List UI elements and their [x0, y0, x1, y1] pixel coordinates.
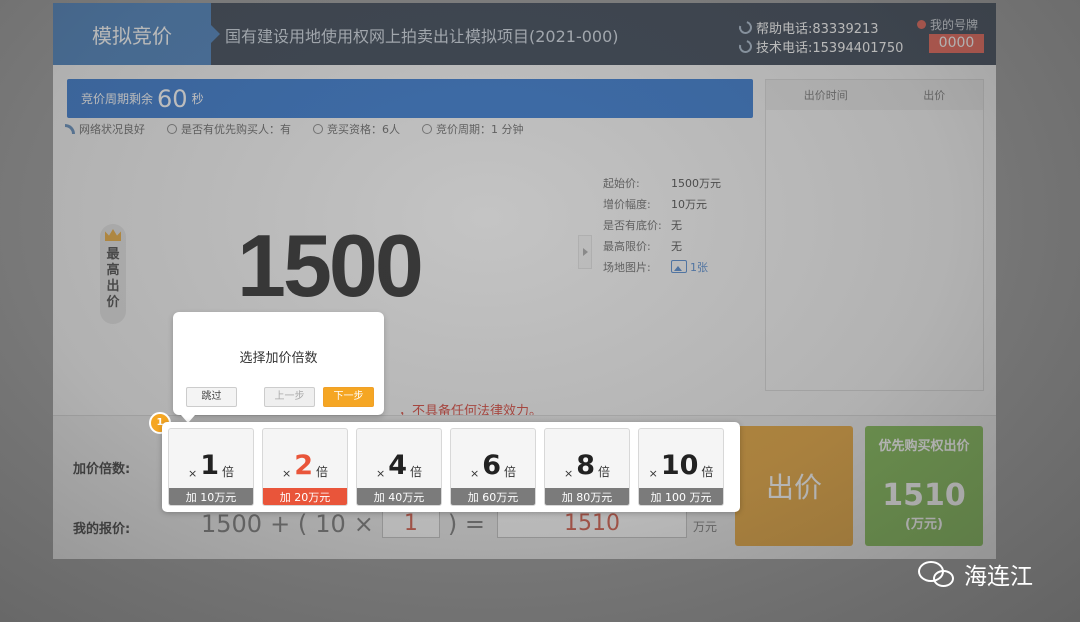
multiplier-options: × 1 倍 加 10万元 × 2 倍 加 20万元 × 4 倍 加 40万元 × 6 倍 加 6… — [162, 422, 740, 512]
guide-mask — [0, 0, 1080, 622]
guide-popup: 选择加价倍数 跳过 上一步 下一步 — [173, 312, 384, 423]
multiplier-option-1[interactable]: × 1 倍 加 10万元 — [168, 428, 254, 506]
next-step-button[interactable]: 下一步 — [323, 387, 374, 407]
multiplier-option-8[interactable]: × 8 倍 加 80万元 — [544, 428, 630, 506]
watermark: 海连江 — [918, 557, 1033, 591]
guide-title: 选择加价倍数 — [239, 351, 318, 366]
multiplier-option-2[interactable]: × 2 倍 加 20万元 — [262, 428, 348, 506]
skip-button[interactable]: 跳过 — [186, 387, 237, 407]
multiplier-option-10[interactable]: × 10 倍 加 100 万元 — [638, 428, 724, 506]
multiplier-option-6[interactable]: × 6 倍 加 60万元 — [450, 428, 536, 506]
wechat-icon — [918, 559, 956, 589]
multiplier-option-4[interactable]: × 4 倍 加 40万元 — [356, 428, 442, 506]
prev-step-button[interactable]: 上一步 — [264, 387, 315, 407]
